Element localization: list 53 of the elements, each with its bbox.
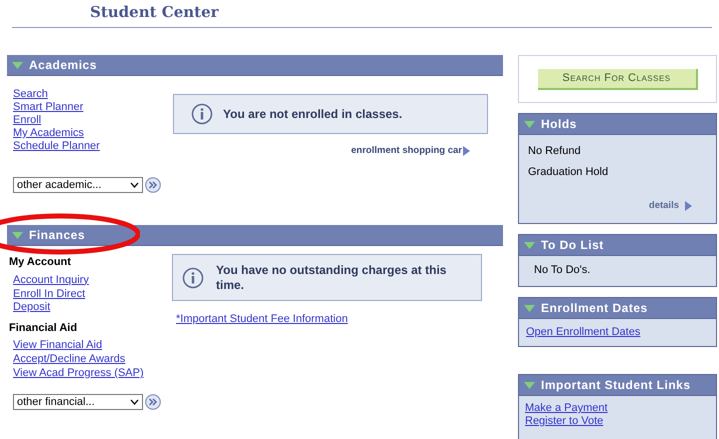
triangle-icon	[524, 242, 535, 248]
section-header[interactable]: Holds	[519, 114, 716, 135]
link[interactable]: Search	[13, 88, 173, 101]
link[interactable]: Make a Payment	[525, 402, 716, 415]
section-header[interactable]: Academics	[7, 55, 503, 76]
link[interactable]: Enroll In Direct Deposit	[13, 288, 103, 314]
section-title: Important Student Links	[541, 377, 690, 394]
triangle-icon	[524, 304, 535, 312]
chevron-icon	[130, 182, 139, 188]
group-heading: Financial Aid	[9, 320, 78, 336]
search-button[interactable]: Search For Classes	[538, 68, 698, 90]
arrow-icon	[685, 200, 692, 211]
section-title: Holds	[541, 116, 577, 133]
notice-text: You have no outstanding charges at this time.	[216, 262, 448, 292]
info-icon	[182, 266, 204, 288]
link[interactable]: View Acad Progress (SAP)	[13, 367, 163, 380]
link[interactable]: Schedule Planner	[13, 140, 173, 153]
section-title: Academics	[29, 57, 97, 74]
link[interactable]: View Financial Aid	[13, 339, 163, 352]
section-title: Finances	[29, 227, 86, 244]
go-icon[interactable]	[145, 177, 161, 193]
dropdown[interactable]: other financial...	[13, 394, 143, 410]
dropdown[interactable]: other academic...	[13, 177, 143, 193]
section-header[interactable]: To Do List	[519, 235, 716, 256]
link[interactable]: Register to Vote	[525, 415, 716, 428]
link[interactable]: Open Enrollment Dates	[519, 319, 716, 339]
link[interactable]: Enroll	[13, 114, 173, 127]
group-heading: My Account	[9, 255, 72, 270]
arrow-icon	[463, 146, 470, 156]
info-icon	[191, 103, 213, 125]
go-icon[interactable]	[145, 394, 161, 410]
fee-link[interactable]: *Important Student Fee Information	[176, 311, 482, 328]
section-header[interactable]: Finances	[7, 225, 503, 246]
section-title: Enrollment Dates	[541, 300, 648, 317]
triangle-icon	[524, 120, 535, 128]
todo-text: No To Do's.	[533, 263, 592, 278]
link[interactable]: Smart Planner	[13, 101, 173, 114]
link[interactable]: My Academics	[13, 127, 173, 140]
notice-text: You are not enrolled in classes.	[223, 106, 402, 123]
triangle-icon	[524, 382, 535, 388]
cart-link[interactable]: enrollment shopping car	[351, 144, 462, 158]
details-link[interactable]: details	[648, 198, 679, 213]
triangle-icon	[12, 62, 23, 68]
section-header[interactable]: Enrollment Dates	[519, 298, 716, 319]
chevron-icon	[130, 399, 139, 405]
hold-item: Graduation Hold	[528, 164, 610, 180]
link[interactable]: Account Inquiry	[13, 274, 103, 286]
page-title: Student Center	[90, 2, 219, 22]
section-header[interactable]: Important Student Links	[519, 375, 716, 396]
section-title: To Do List	[541, 237, 604, 254]
hold-item: No Refund	[528, 144, 582, 159]
triangle-icon	[12, 232, 23, 238]
link[interactable]: Accept/Decline Awards	[13, 353, 163, 366]
